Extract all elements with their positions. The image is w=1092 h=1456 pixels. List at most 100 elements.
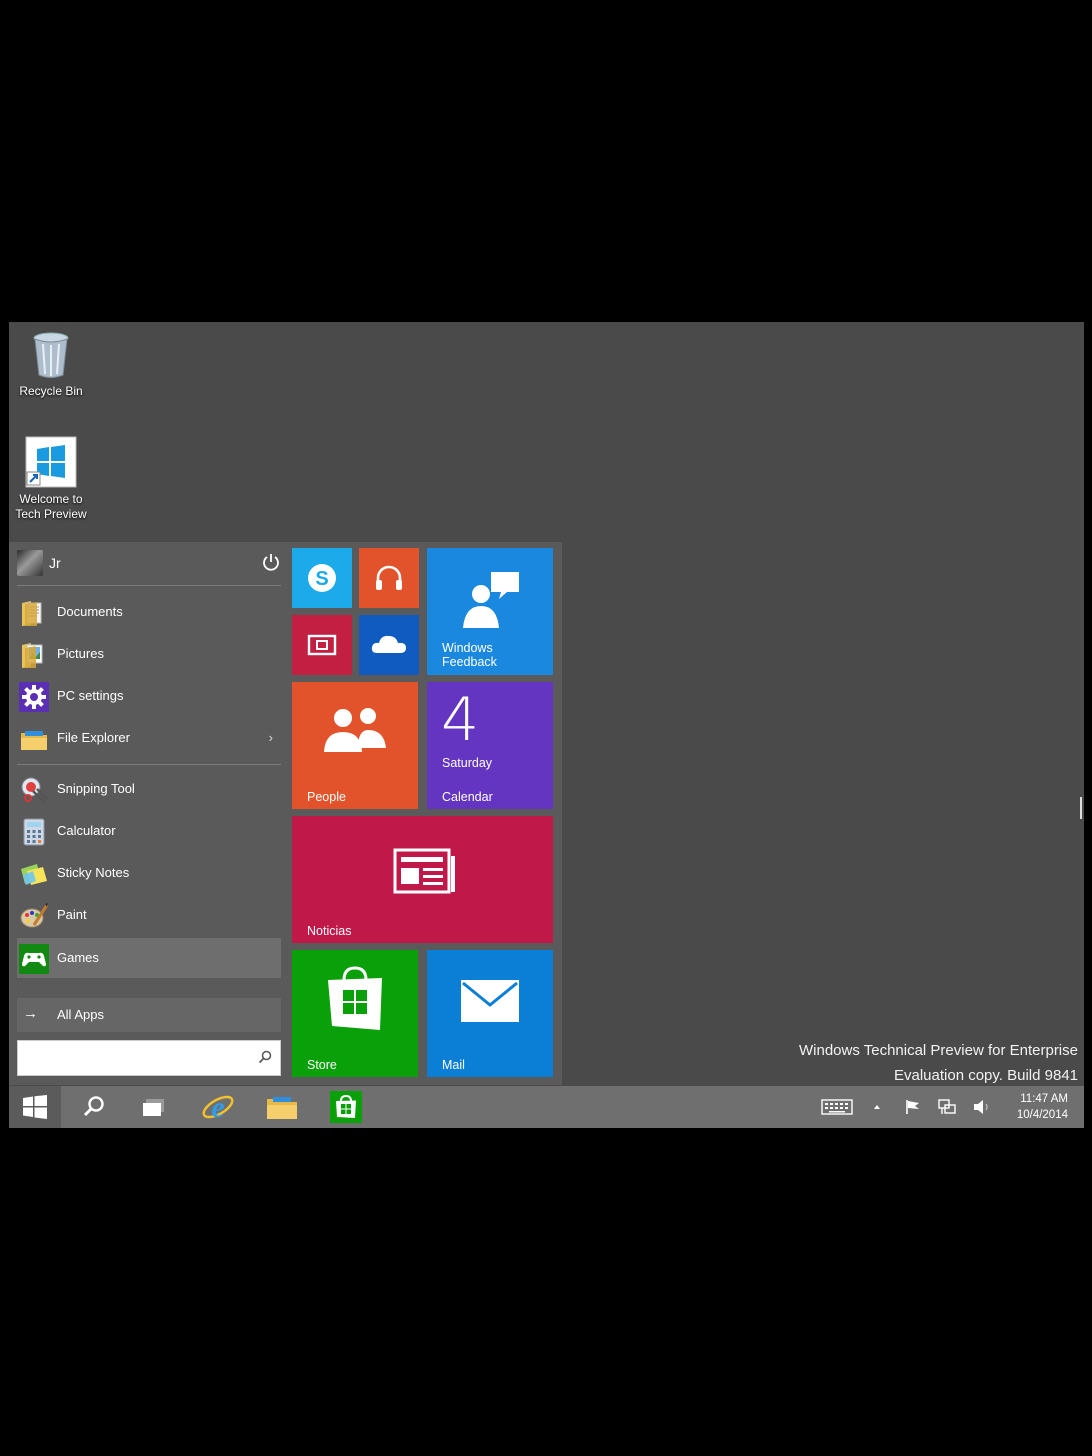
gear-icon — [19, 682, 49, 712]
volume-icon[interactable] — [972, 1098, 992, 1116]
tile-music[interactable] — [359, 548, 419, 608]
folder-icon — [267, 1097, 297, 1119]
user-name: Jr — [49, 555, 61, 571]
windows-logo-shortcut-icon — [25, 436, 77, 488]
file-explorer-button[interactable] — [257, 1086, 307, 1128]
task-view-icon — [143, 1099, 164, 1116]
documents-icon — [22, 601, 42, 626]
headphones-icon — [376, 565, 402, 590]
menu-item-pictures[interactable]: Pictures — [17, 634, 281, 674]
menu-item-file-explorer[interactable]: File Explorer › — [17, 718, 281, 758]
watermark-edition: Windows Technical Preview for Enterprise — [798, 1042, 1078, 1059]
menu-item-label: Pictures — [57, 646, 104, 661]
calendar-day-name: Saturday — [442, 756, 493, 770]
desktop-icon-recycle-bin[interactable]: Recycle Bin — [9, 330, 93, 399]
cloud-icon — [371, 635, 406, 653]
all-apps-label: All Apps — [57, 1007, 104, 1022]
snipping-tool-icon — [21, 777, 48, 804]
sticky-notes-icon — [21, 864, 47, 885]
news-icon — [393, 848, 455, 894]
watermark-build: Evaluation copy. Build 9841 — [893, 1067, 1078, 1084]
text-cursor-mark — [1080, 797, 1082, 819]
video-icon — [307, 634, 337, 656]
tile-calendar[interactable]: 4 Saturday Calendar — [427, 682, 553, 809]
tile-onedrive[interactable] — [359, 615, 419, 675]
welcome-label: Welcome to Tech Preview — [15, 492, 87, 521]
skype-icon: S — [308, 564, 336, 592]
internet-explorer-button[interactable]: e — [193, 1086, 243, 1128]
tile-label: Windows Feedback — [442, 641, 497, 669]
store-icon — [330, 1091, 362, 1123]
menu-item-documents[interactable]: Documents — [17, 592, 281, 632]
clock-date: 10/4/2014 — [1016, 1109, 1068, 1121]
desktop-icon-welcome-tech-preview[interactable]: Welcome to Tech Preview — [9, 436, 93, 522]
file-explorer-icon — [21, 731, 47, 750]
search-icon — [83, 1096, 104, 1117]
menu-item-calculator[interactable]: Calculator — [17, 811, 281, 851]
games-controller-icon — [19, 944, 49, 974]
menu-item-label: File Explorer — [57, 730, 130, 745]
chevron-right-icon[interactable]: › — [269, 730, 273, 745]
menu-item-games[interactable]: Games — [17, 938, 281, 978]
show-hidden-icons-icon[interactable] — [871, 1098, 883, 1116]
tile-noticias[interactable]: Noticias — [292, 816, 553, 943]
store-bag-icon — [328, 966, 382, 1030]
tile-skype[interactable]: S — [292, 548, 352, 608]
recycle-bin-label: Recycle Bin — [19, 384, 83, 398]
avatar[interactable] — [17, 550, 43, 576]
start-search-box[interactable] — [17, 1040, 281, 1076]
svg-text:e: e — [211, 1091, 224, 1124]
action-center-flag-icon[interactable] — [904, 1098, 922, 1116]
menu-item-label: Documents — [57, 604, 123, 619]
internet-explorer-icon: e — [202, 1091, 234, 1124]
mail-envelope-icon — [461, 980, 519, 1022]
search-icon[interactable] — [258, 1050, 272, 1064]
divider — [17, 585, 281, 586]
calendar-day-number: 4 — [441, 685, 480, 755]
recycle-bin-icon — [33, 332, 69, 378]
divider — [17, 764, 281, 765]
tile-label: Noticias — [307, 924, 352, 938]
menu-item-label: Games — [57, 950, 99, 965]
keyboard-icon[interactable] — [821, 1098, 853, 1116]
taskbar: e 11:47 AM 10/4/2014 — [9, 1086, 1084, 1128]
menu-item-snipping-tool[interactable]: Snipping Tool — [17, 769, 281, 809]
store-button[interactable] — [321, 1086, 371, 1128]
paint-icon — [20, 903, 49, 928]
tile-mail[interactable]: Mail — [427, 950, 553, 1077]
taskbar-search-button[interactable] — [69, 1086, 119, 1128]
user-account[interactable]: Jr — [17, 546, 281, 582]
power-icon[interactable] — [261, 552, 281, 572]
tile-label: Calendar — [442, 790, 493, 804]
tile-label: Mail — [442, 1058, 465, 1072]
menu-item-sticky-notes[interactable]: Sticky Notes — [17, 853, 281, 893]
start-menu-left-column: Jr Documents Pictures PC settings File E… — [9, 542, 289, 1085]
tile-label: Store — [307, 1058, 337, 1072]
tile-video[interactable] — [292, 615, 352, 675]
menu-item-label: Sticky Notes — [57, 865, 130, 880]
all-apps-button[interactable]: → All Apps — [17, 998, 281, 1032]
start-button[interactable] — [9, 1086, 61, 1128]
arrow-right-icon: → — [23, 1005, 38, 1022]
search-input[interactable] — [24, 1043, 254, 1073]
tile-windows-feedback[interactable]: Windows Feedback — [427, 548, 553, 675]
windows-start-icon — [23, 1095, 47, 1119]
menu-item-label: Snipping Tool — [57, 781, 135, 796]
tile-people[interactable]: People — [292, 682, 418, 809]
feedback-person-icon — [463, 572, 519, 628]
calculator-icon — [23, 818, 45, 846]
people-icon — [324, 708, 386, 752]
tile-store[interactable]: Store — [292, 950, 418, 1077]
pictures-icon — [22, 643, 43, 668]
tile-label: People — [307, 790, 346, 804]
menu-item-pc-settings[interactable]: PC settings — [17, 676, 281, 716]
menu-item-label: Paint — [57, 907, 87, 922]
network-icon[interactable] — [937, 1098, 957, 1116]
menu-item-label: Calculator — [57, 823, 116, 838]
svg-text:S: S — [315, 568, 328, 590]
clock[interactable]: 11:47 AM 10/4/2014 — [1017, 1091, 1068, 1123]
task-view-button[interactable] — [129, 1086, 179, 1128]
start-menu: Jr Documents Pictures PC settings File E… — [9, 542, 562, 1085]
desktop-screen: Recycle Bin Welcome to Tech Preview Jr D… — [9, 322, 1084, 1128]
menu-item-paint[interactable]: Paint — [17, 895, 281, 935]
